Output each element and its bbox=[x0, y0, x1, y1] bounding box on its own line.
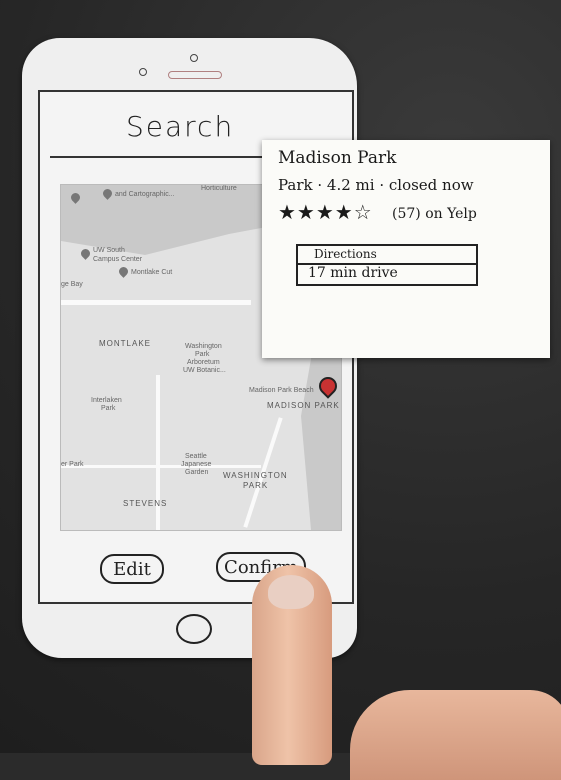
map-label: PARK bbox=[243, 481, 269, 490]
road bbox=[61, 465, 261, 468]
fingernail bbox=[268, 575, 314, 609]
map-pin-icon[interactable] bbox=[79, 247, 92, 260]
map-label: UW South bbox=[93, 247, 125, 254]
map-label: UW Botanic... bbox=[183, 367, 226, 374]
place-meta: Park · 4.2 mi · closed now bbox=[278, 176, 474, 194]
map-label: Washington bbox=[185, 343, 222, 350]
map-label: Arboretum bbox=[187, 359, 220, 366]
place-name: Madison Park bbox=[278, 148, 397, 168]
directions-label: Directions bbox=[314, 247, 377, 261]
speaker-slot bbox=[168, 71, 222, 79]
map-label: Campus Center bbox=[93, 256, 143, 263]
map-label: Madison Park Beach bbox=[249, 387, 314, 394]
directions-button[interactable]: Directions 17 min drive bbox=[296, 244, 478, 286]
road bbox=[61, 300, 251, 305]
sensor-dot bbox=[190, 54, 198, 62]
map-label: MONTLAKE bbox=[99, 339, 152, 348]
hand bbox=[350, 690, 561, 780]
home-button[interactable] bbox=[176, 614, 212, 644]
map-label: Park bbox=[101, 405, 116, 412]
review-count: (57) on Yelp bbox=[392, 206, 477, 222]
map-label: ge Bay bbox=[61, 281, 83, 288]
map-label: Interlaken bbox=[91, 397, 122, 404]
map-label: STEVENS bbox=[123, 499, 168, 508]
map-label: Garden bbox=[185, 469, 209, 476]
map-label: Park bbox=[195, 351, 210, 358]
map-label: WASHINGTON bbox=[223, 471, 288, 480]
star-rating-icon: ★★★★☆ bbox=[278, 200, 373, 224]
place-details-sticky-note: Madison Park Park · 4.2 mi · closed now … bbox=[262, 140, 550, 358]
map-pin-icon[interactable] bbox=[117, 265, 130, 278]
map-label: er Park bbox=[61, 461, 84, 468]
map-label: Japanese bbox=[181, 461, 212, 468]
edit-button[interactable]: Edit bbox=[100, 554, 164, 584]
map-label: Horticulture bbox=[201, 185, 237, 192]
page-title: Search bbox=[126, 110, 235, 143]
map-label: and Cartographic... bbox=[115, 191, 175, 198]
map-label: MADISON PARK bbox=[267, 401, 340, 410]
map-label: Seattle bbox=[185, 453, 207, 460]
map-label: Montlake Cut bbox=[131, 269, 173, 276]
drive-time: 17 min drive bbox=[308, 265, 398, 281]
camera-dot bbox=[139, 68, 147, 76]
